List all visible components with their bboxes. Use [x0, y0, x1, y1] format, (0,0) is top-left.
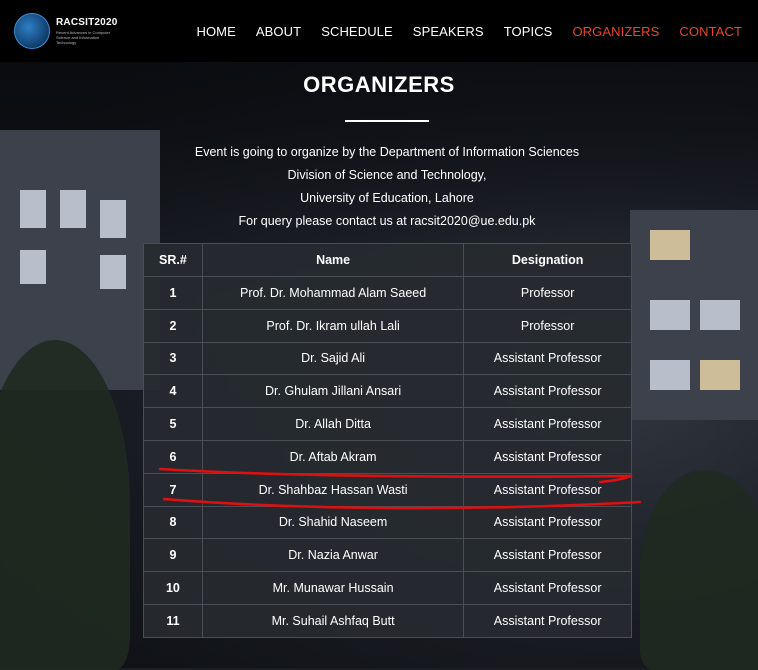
cell-designation: Assistant Professor	[463, 571, 632, 605]
cell-name: Dr. Shahbaz Hassan Wasti	[201, 472, 465, 507]
building-window	[20, 250, 46, 284]
cell-name: Mr. Munawar Hussain	[201, 571, 465, 605]
cell-designation: Assistant Professor	[463, 374, 632, 409]
cell-sr: 5	[143, 407, 203, 441]
header-sr: SR.#	[143, 243, 203, 277]
nav-schedule[interactable]: SCHEDULE	[311, 24, 403, 39]
cell-sr: 4	[143, 374, 203, 409]
header-name: Name	[201, 243, 465, 277]
building-window	[100, 255, 126, 289]
cell-designation: Assistant Professor	[463, 505, 632, 540]
nav-home[interactable]: HOME	[186, 24, 245, 39]
cell-name: Mr. Suhail Ashfaq Butt	[201, 603, 465, 638]
cell-designation: Assistant Professor	[463, 407, 632, 441]
shrub	[640, 470, 758, 670]
table-row: 9 Dr. Nazia Anwar Assistant Professor	[143, 538, 632, 573]
cell-sr: 2	[143, 308, 203, 343]
logo-subtitle: Recent Advances in Computer Science and …	[56, 29, 111, 45]
table-row: 8 Dr. Shahid Naseem Assistant Professor	[143, 505, 632, 540]
cell-designation: Assistant Professor	[463, 603, 632, 638]
cell-designation: Assistant Professor	[463, 439, 632, 474]
cell-designation: Assistant Professor	[463, 472, 632, 507]
cell-sr: 1	[143, 276, 203, 310]
table-row: 10 Mr. Munawar Hussain Assistant Professor	[143, 571, 632, 605]
cell-name: Prof. Dr. Ikram ullah Lali	[201, 308, 465, 343]
cell-name: Dr. Allah Ditta	[201, 407, 465, 441]
nav-speakers[interactable]: SPEAKERS	[403, 24, 494, 39]
intro-contact-line: For query please contact us at racsit202…	[238, 214, 536, 228]
nav-organizers[interactable]: ORGANIZERS	[562, 24, 669, 39]
title-underline	[345, 120, 429, 122]
header-designation: Designation	[463, 243, 632, 277]
table-row: 5 Dr. Allah Ditta Assistant Professor	[143, 407, 632, 441]
cell-designation: Professor	[463, 276, 632, 310]
table-row: 7 Dr. Shahbaz Hassan Wasti Assistant Profe…	[143, 472, 632, 507]
cell-sr: 9	[143, 538, 203, 573]
intro-text: Event is going to organize by the Depart…	[0, 141, 758, 233]
table-row: 1 Prof. Dr. Mohammad Alam Saeed Professor	[143, 276, 632, 310]
building-window	[650, 360, 690, 390]
cell-name: Dr. Ghulam Jillani Ansari	[201, 374, 465, 409]
cell-name: Prof. Dr. Mohammad Alam Saeed	[201, 276, 465, 310]
cell-designation: Assistant Professor	[463, 538, 632, 573]
globe-logo-icon	[14, 13, 50, 49]
table-row: 6 Dr. Aftab Akram Assistant Professor	[143, 439, 632, 474]
cell-designation: Assistant Professor	[463, 341, 632, 376]
site-logo[interactable]: RACSIT2020 Recent Advances in Computer S…	[14, 13, 117, 49]
main-menu: HOME ABOUT SCHEDULE SPEAKERS TOPICS ORGA…	[186, 0, 752, 62]
table-header-row: SR.# Name Designation	[143, 243, 632, 277]
cell-name: Dr. Sajid Ali	[201, 341, 465, 376]
intro-line: Event is going to organize by the Depart…	[194, 145, 580, 159]
nav-contact[interactable]: CONTACT	[669, 24, 752, 39]
cell-sr: 7	[143, 472, 203, 507]
cell-sr: 8	[143, 505, 203, 540]
table-row: 11 Mr. Suhail Ashfaq Butt Assistant Profes…	[143, 603, 632, 638]
building-window	[650, 300, 690, 330]
table-row: 4 Dr. Ghulam Jillani Ansari Assistant Prof…	[143, 374, 632, 409]
building-window	[700, 360, 740, 390]
nav-topics[interactable]: TOPICS	[494, 24, 563, 39]
building-window	[700, 300, 740, 330]
cell-name: Dr. Shahid Naseem	[201, 505, 465, 540]
cell-name: Dr. Aftab Akram	[201, 439, 465, 474]
cell-sr: 6	[143, 439, 203, 474]
organizers-table: SR.# Name Designation 1 Prof. Dr. Mohamma…	[143, 243, 632, 638]
table-row: 2 Prof. Dr. Ikram ullah Lali Professor	[143, 308, 632, 343]
nav-about[interactable]: ABOUT	[246, 24, 311, 39]
cell-designation: Professor	[463, 308, 632, 343]
intro-line: Division of Science and Technology,	[287, 168, 487, 182]
intro-line: University of Education, Lahore	[300, 191, 474, 205]
navbar: RACSIT2020 Recent Advances in Computer S…	[0, 0, 758, 62]
cell-sr: 11	[143, 603, 203, 638]
cell-name: Dr. Nazia Anwar	[201, 538, 465, 573]
cell-sr: 3	[143, 341, 203, 376]
building-window	[650, 230, 690, 260]
page-title: ORGANIZERS	[303, 72, 455, 97]
cell-sr: 10	[143, 571, 203, 605]
logo-title: RACSIT2020	[56, 16, 118, 28]
table-row: 3 Dr. Sajid Ali Assistant Professor	[143, 341, 632, 376]
